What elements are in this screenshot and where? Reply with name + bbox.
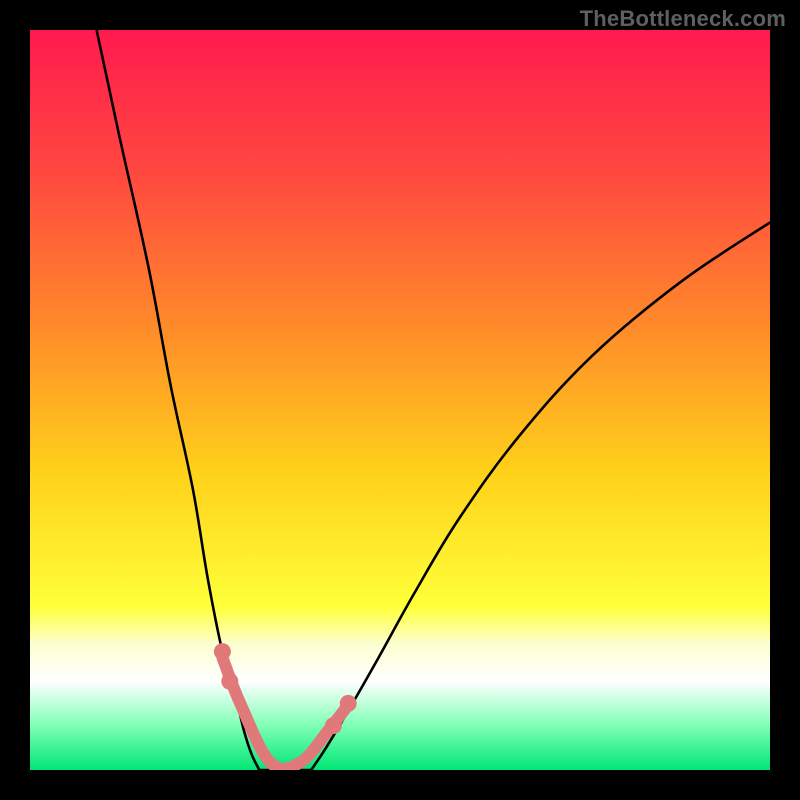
plot-area	[30, 30, 770, 770]
bottleneck-curve	[97, 30, 770, 770]
highlight-dot	[340, 695, 357, 712]
chart-frame: TheBottleneck.com	[0, 0, 800, 800]
highlight-dot	[221, 673, 238, 690]
watermark-text: TheBottleneck.com	[580, 6, 786, 32]
highlight-dot	[214, 643, 231, 660]
curve-layer	[30, 30, 770, 770]
highlight-dot	[325, 717, 342, 734]
valley-highlight	[222, 658, 348, 769]
